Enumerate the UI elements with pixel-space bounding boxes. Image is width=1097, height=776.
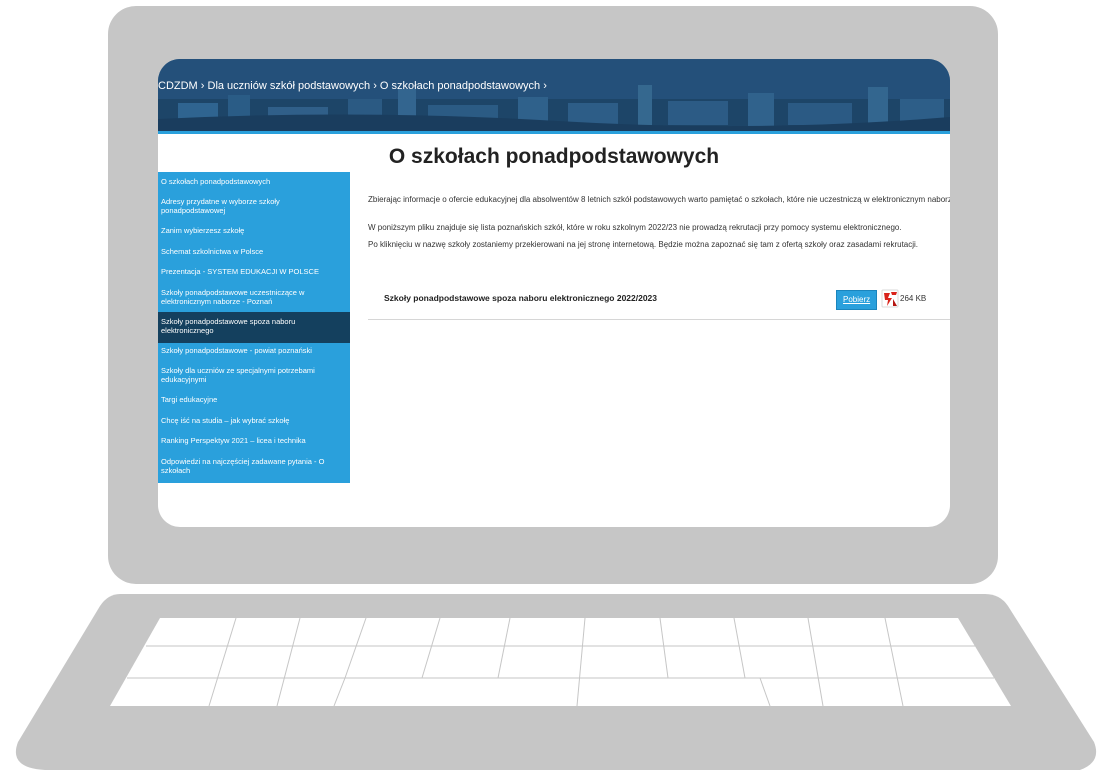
sidebar-item-faq[interactable]: Odpowiedzi na najczęściej zadawane pytan… bbox=[158, 457, 350, 475]
breadcrumb-separator: › bbox=[540, 80, 547, 92]
breadcrumb-separator: › bbox=[197, 80, 208, 92]
sidebar-item-before-you-choose[interactable]: Zanim wybierzesz szkołę bbox=[158, 226, 350, 235]
pdf-icon bbox=[881, 289, 899, 308]
sidebar-item-poznan-county[interactable]: Szkoły ponadpodstawowe - powiat poznańsk… bbox=[158, 346, 350, 355]
intro-paragraph: Zbierając informacje o ofercie edukacyjn… bbox=[368, 195, 950, 204]
breadcrumb-primary-students-link[interactable]: Dla uczniów szkół podstawowych bbox=[208, 80, 371, 92]
file-title: Szkoły ponadpodstawowe spoza naboru elek… bbox=[384, 293, 658, 303]
sidebar-item-education-fairs[interactable]: Targi edukacyjne bbox=[158, 395, 350, 404]
laptop-screen: CDZDM › Dla uczniów szkół podstawowych ›… bbox=[158, 59, 950, 527]
sidebar-item-ranking[interactable]: Ranking Perspektyw 2021 – licea i techni… bbox=[158, 436, 350, 445]
laptop-keyboard-base bbox=[15, 594, 1097, 770]
page-title: O szkołach ponadpodstawowych bbox=[388, 145, 720, 168]
download-button[interactable]: Pobierz bbox=[836, 290, 878, 310]
sidebar-item-outside-recruitment[interactable]: Szkoły ponadpodstawowe spoza naboru elek… bbox=[158, 312, 350, 343]
file-row: Szkoły ponadpodstawowe spoza naboru elek… bbox=[368, 283, 950, 320]
sidebar-item-useful-addresses[interactable]: Adresy przydatne w wyborze szkoły ponadp… bbox=[158, 197, 350, 215]
sidebar-item-about-schools[interactable]: O szkołach ponadpodstawowych bbox=[158, 177, 350, 186]
laptop-illustration: CDZDM › Dla uczniów szkół podstawowych ›… bbox=[0, 0, 1097, 776]
sidebar-item-education-scheme[interactable]: Schemat szkolnictwa w Polsce bbox=[158, 247, 350, 256]
breadcrumb-current-link[interactable]: O szkołach ponadpodstawowych bbox=[380, 80, 540, 92]
header-banner: CDZDM › Dla uczniów szkół podstawowych ›… bbox=[158, 59, 950, 131]
sidebar-item-presentation[interactable]: Prezentacja - SYSTEM EDUKACJI W POLSCE bbox=[158, 267, 350, 276]
sidebar-item-electronic-recruitment[interactable]: Szkoły ponadpodstawowe uczestniczące w e… bbox=[158, 288, 350, 306]
breadcrumb-separator: › bbox=[370, 80, 380, 92]
sidebar-nav: O szkołach ponadpodstawowych Adresy przy… bbox=[158, 172, 350, 483]
sidebar-item-university[interactable]: Chcę iść na studia – jak wybrać szkołę bbox=[158, 416, 350, 425]
city-skyline-image bbox=[158, 59, 950, 131]
breadcrumb: CDZDM › Dla uczniów szkół podstawowych ›… bbox=[158, 80, 547, 92]
file-info-paragraph: W poniższym pliku znajduje się lista poz… bbox=[368, 223, 902, 232]
sidebar-item-special-needs[interactable]: Szkoły dla uczniów ze specjalnymi potrze… bbox=[158, 366, 350, 384]
banner-accent-line bbox=[158, 131, 950, 134]
file-size: 264 KB bbox=[900, 294, 927, 303]
breadcrumb-home-link[interactable]: CDZDM bbox=[158, 80, 198, 92]
redirect-info-paragraph: Po kliknięciu w nazwę szkoły zostaniemy … bbox=[368, 240, 919, 249]
